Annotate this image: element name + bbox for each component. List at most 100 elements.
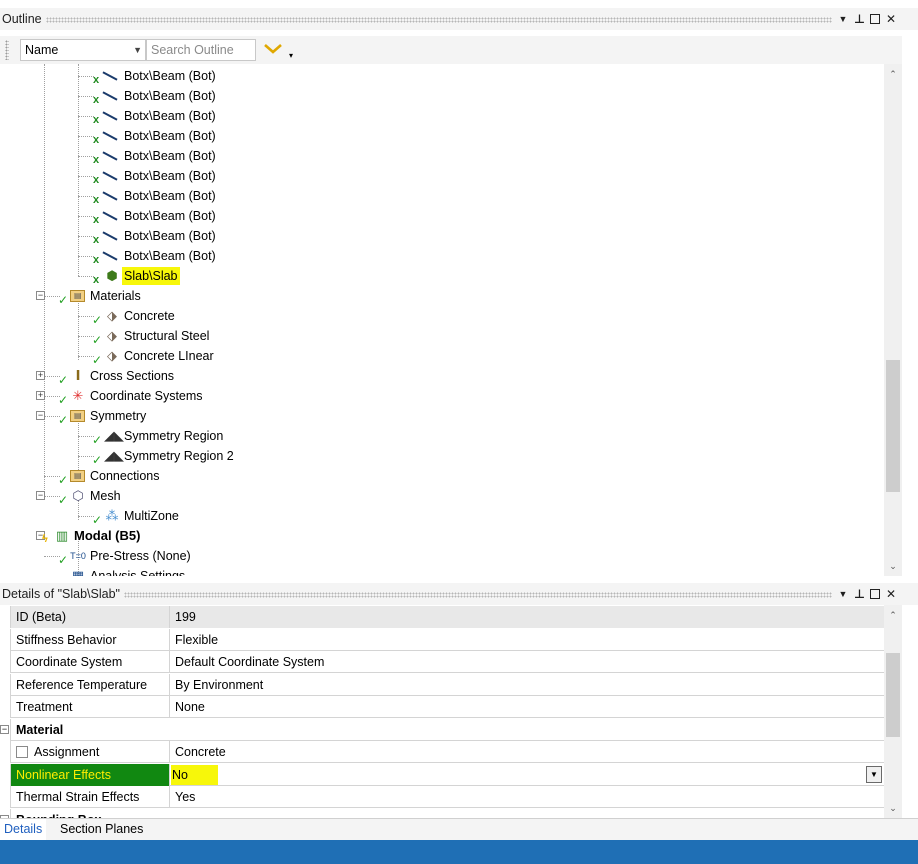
tree-item[interactable]: Ⅰ ✓ Cross Sections xyxy=(58,366,176,386)
tree-item[interactable]: x Botx\Beam (Bot) xyxy=(92,186,218,206)
check-icon: ✓ xyxy=(58,393,69,407)
details-row[interactable]: Coordinate System Default Coordinate Syst… xyxy=(10,651,884,673)
value-dropdown-icon[interactable]: ▼ xyxy=(866,765,882,783)
toolbar-overflow-icon[interactable]: ▾ xyxy=(289,51,293,60)
tree-item[interactable]: ▥ ϟ Modal (B5) xyxy=(42,526,142,546)
property-name: Material xyxy=(10,718,170,741)
pin-icon[interactable]: ⊥ xyxy=(854,12,865,26)
x-status-icon: x xyxy=(93,254,100,266)
property-value[interactable]: None xyxy=(170,696,884,718)
property-value-text: None xyxy=(175,700,205,714)
tree-item[interactable]: ▤ ✓ Materials xyxy=(58,286,143,306)
tab-details[interactable]: Details xyxy=(0,819,47,840)
tree-item[interactable]: ⬗ ✓ Concrete LInear xyxy=(92,346,216,366)
bolt-status-icon: ϟ xyxy=(42,533,48,545)
details-maximize-icon[interactable] xyxy=(870,589,880,599)
right-edge-panel xyxy=(902,30,918,576)
tree-item[interactable]: ⁂ ✓ MultiZone xyxy=(92,506,181,526)
outline-scrollbar[interactable]: ⌃ ⌄ xyxy=(884,64,902,576)
beam-icon: x xyxy=(92,227,122,246)
property-value[interactable]: Yes xyxy=(170,786,884,808)
details-tabs: Details Section Planes xyxy=(0,818,918,840)
tree-item[interactable]: ◢◣ ✓ Symmetry Region 2 xyxy=(92,446,236,466)
maximize-icon[interactable] xyxy=(870,14,880,24)
property-value[interactable]: By Environment xyxy=(170,674,884,696)
tree-item[interactable]: x Botx\Beam (Bot) xyxy=(92,66,218,86)
tree-item-label: Pre-Stress (None) xyxy=(90,549,191,563)
tree-item[interactable]: x Botx\Beam (Bot) xyxy=(92,246,218,266)
expander-minus-icon[interactable]: − xyxy=(36,411,45,420)
tree-item[interactable]: x Botx\Beam (Bot) xyxy=(92,106,218,126)
property-value[interactable]: Concrete xyxy=(170,741,884,763)
property-value[interactable]: Default Coordinate System xyxy=(170,651,884,673)
toolbar-grip-icon[interactable] xyxy=(5,40,9,60)
tree-item[interactable]: x Botx\Beam (Bot) xyxy=(92,166,218,186)
details-row[interactable]: Stiffness Behavior Flexible xyxy=(10,628,884,651)
scroll-up-icon[interactable]: ⌃ xyxy=(884,66,902,82)
check-icon: ✓ xyxy=(58,493,69,507)
group-collapse-icon[interactable]: − xyxy=(0,724,9,734)
expander-minus-icon[interactable]: − xyxy=(36,491,45,500)
tree-item[interactable]: ◢◣ ✓ Symmetry Region xyxy=(92,426,225,446)
tree-item[interactable]: x Botx\Beam (Bot) xyxy=(92,126,218,146)
beam-icon: x xyxy=(92,87,122,106)
tree-item[interactable]: ▤ ✓ Connections xyxy=(58,466,162,486)
details-row[interactable]: Assignment Concrete xyxy=(10,741,884,763)
search-outline-input[interactable]: Search Outline xyxy=(146,39,256,61)
tree-item[interactable]: ⬗ ✓ Structural Steel xyxy=(92,326,211,346)
property-value: 199 xyxy=(170,606,884,628)
tree-item[interactable]: T=0 ✓ Pre-Stress (None) xyxy=(58,546,193,566)
tree-item-label: Botx\Beam (Bot) xyxy=(124,109,216,123)
x-status-icon: x xyxy=(93,194,100,206)
outline-scroll-thumb[interactable] xyxy=(886,360,900,492)
tree-item[interactable]: x Botx\Beam (Bot) xyxy=(92,146,218,166)
beam-icon: x xyxy=(92,67,122,86)
property-value[interactable]: Flexible xyxy=(170,629,884,651)
scroll-down-icon[interactable]: ⌄ xyxy=(884,558,902,574)
tree-item[interactable]: x Botx\Beam (Bot) xyxy=(92,206,218,226)
tree-item[interactable]: ✳ ✓ Coordinate Systems xyxy=(58,386,205,406)
tree-item[interactable]: ⬗ ✓ Concrete xyxy=(92,306,177,326)
beam-icon: x xyxy=(92,147,122,166)
details-close-icon[interactable]: ✕ xyxy=(886,587,896,601)
details-title: Details of "Slab\Slab" xyxy=(2,587,120,601)
panel-dropdown-icon[interactable]: ▼ xyxy=(838,14,848,24)
property-value[interactable]: No ▼ xyxy=(170,764,884,786)
details-scrollbar[interactable]: ⌃ ⌄ xyxy=(884,605,902,818)
details-row[interactable]: ID (Beta) 199 xyxy=(10,606,884,628)
cross-section-icon: Ⅰ ✓ xyxy=(58,368,81,387)
details-pin-icon[interactable]: ⊥ xyxy=(854,587,865,601)
header-grip[interactable] xyxy=(45,16,832,23)
details-scroll-up-icon[interactable]: ⌃ xyxy=(884,607,902,623)
details-row[interactable]: Reference Temperature By Environment xyxy=(10,673,884,696)
material-tag-icon: ⬗ ✓ xyxy=(92,308,117,327)
close-icon[interactable]: ✕ xyxy=(886,12,896,26)
tree-item[interactable]: ⬢ x Slab\Slab xyxy=(92,266,180,286)
parameter-checkbox[interactable] xyxy=(16,746,28,758)
tree-item[interactable]: ▦✓Analysis Settings xyxy=(58,566,187,576)
tree-item-label: Botx\Beam (Bot) xyxy=(124,149,216,163)
tree-item[interactable]: x Botx\Beam (Bot) xyxy=(92,86,218,106)
details-row[interactable]: Nonlinear Effects No ▼ xyxy=(10,763,884,786)
status-bar xyxy=(0,840,918,864)
details-scroll-thumb[interactable] xyxy=(886,653,900,737)
expander-plus-icon[interactable]: + xyxy=(36,371,45,380)
details-row[interactable]: Thermal Strain Effects Yes xyxy=(10,786,884,808)
details-row[interactable]: − Material xyxy=(0,718,884,741)
expand-search-icon[interactable] xyxy=(262,40,284,58)
check-icon: ✓ xyxy=(92,353,103,367)
name-filter-select[interactable]: Name ▼ xyxy=(20,39,146,61)
expander-minus-icon[interactable]: − xyxy=(36,291,45,300)
tree-item[interactable]: ▤ ✓ Symmetry xyxy=(58,406,148,426)
details-dropdown-icon[interactable]: ▼ xyxy=(838,589,848,599)
beam-icon: x xyxy=(92,247,122,266)
details-row[interactable]: −Bounding Box xyxy=(0,808,884,818)
tree-item[interactable]: ⬡ ✓ Mesh xyxy=(58,486,123,506)
tree-item[interactable]: x Botx\Beam (Bot) xyxy=(92,226,218,246)
details-scroll-down-icon[interactable]: ⌄ xyxy=(884,800,902,816)
expander-plus-icon[interactable]: + xyxy=(36,391,45,400)
details-row[interactable]: Treatment None xyxy=(10,696,884,718)
details-header-grip[interactable] xyxy=(123,591,832,598)
tree-item-label: Botx\Beam (Bot) xyxy=(124,209,216,223)
tab-section-planes[interactable]: Section Planes xyxy=(56,819,147,840)
